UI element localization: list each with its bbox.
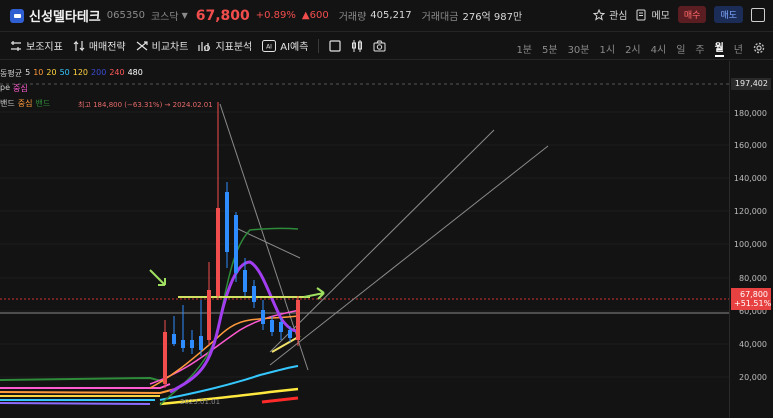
tab-1min[interactable]: 1분 (516, 41, 532, 56)
camera-icon (373, 40, 386, 51)
change-percent: +0.89% (255, 10, 296, 21)
ma-period-5: 5 (25, 68, 31, 77)
change-amount: ▲600 (301, 10, 329, 21)
volume-value: 405,217 (370, 10, 412, 21)
tab-5min[interactable]: 5분 (542, 41, 558, 56)
current-price-tag: 67,800 +51.51% (731, 288, 771, 310)
price-chart[interactable] (0, 61, 773, 418)
stock-name[interactable]: 신성델타테크 (29, 6, 101, 25)
axis-label-160000: 160,000 (733, 141, 767, 150)
draw-box-button[interactable] (329, 39, 342, 52)
volume-label: 거래량 (338, 12, 367, 23)
watch-button[interactable]: 관심 (593, 7, 627, 22)
indicators-icon (11, 40, 21, 51)
candle-type-button[interactable] (351, 39, 363, 52)
company-logo (10, 8, 24, 23)
ma-legend[interactable]: 동평균 5 10 20 50 120 200 240 480 (0, 68, 143, 79)
memo-icon (636, 9, 646, 20)
market-label: 코스닥 (150, 12, 179, 23)
band-band: 밴드 (35, 99, 51, 108)
axis-label-20000: 20,000 (739, 373, 767, 382)
current-price-tag-value: 67,800 (740, 290, 768, 299)
axis-label-140000: 140,000 (733, 174, 767, 183)
watch-label: 관심 (609, 11, 628, 22)
high-price-tag: 197,402 (731, 78, 771, 90)
svg-text:AI: AI (266, 43, 272, 50)
envelope-name: pe (0, 83, 10, 92)
axis-label-80000: 80,000 (739, 274, 767, 283)
ai-label: AI예측 (280, 42, 309, 53)
chevron-down-icon[interactable]: ▼ (182, 11, 188, 20)
ma-period-120: 120 (72, 68, 89, 77)
current-price-tag-pct: +51.51% (734, 299, 772, 308)
analysis-icon (198, 41, 211, 51)
tab-30min[interactable]: 30분 (568, 41, 590, 56)
candlestick-icon (352, 39, 363, 52)
strategy-button[interactable]: 매매전략 (73, 38, 126, 53)
buy-button[interactable]: 매수 (677, 6, 707, 23)
settings-icon[interactable] (753, 42, 765, 54)
amount-value: 276억 987만 (462, 12, 523, 23)
high-annotation: 최고 184,800 (−63.31%) → 2024.02.01 (78, 101, 213, 109)
band-name: 밴드 (0, 99, 15, 108)
square-icon (329, 39, 342, 52)
stock-code: 065350 (106, 10, 145, 21)
ma-period-10: 10 (33, 68, 44, 77)
compare-label: 비교차트 (151, 42, 189, 53)
tab-month[interactable]: 월 (714, 39, 724, 57)
ma-period-240: 240 (109, 68, 125, 77)
toolbar-divider (318, 38, 320, 53)
compare-icon (136, 40, 148, 50)
ai-predict-button[interactable]: AI AI예측 (262, 38, 308, 53)
ai-icon: AI (262, 39, 277, 52)
star-icon (593, 8, 606, 21)
analysis-label: 지표분석 (215, 42, 253, 53)
strategy-label: 매매전략 (88, 42, 126, 53)
axis-label-180000: 180,000 (733, 109, 767, 118)
current-price: 67,800 (195, 7, 250, 24)
amount-label: 거래대금 (421, 12, 459, 23)
memo-label: 메모 (651, 11, 670, 22)
sell-button[interactable]: 매도 (714, 6, 743, 23)
tab-week[interactable]: 주 (695, 41, 704, 56)
ma-period-200: 200 (91, 68, 107, 77)
indicators-button[interactable]: 보조지표 (10, 38, 63, 53)
screenshot-button[interactable] (373, 40, 386, 52)
ma-period-50: 50 (59, 68, 70, 77)
tab-year[interactable]: 년 (734, 41, 743, 56)
envelope-center: 중심 (13, 84, 28, 93)
layout-toggle-icon[interactable] (751, 7, 765, 22)
band-legend[interactable]: 밴드 중심 밴드 (0, 98, 50, 109)
analysis-button[interactable]: 지표분석 (198, 38, 252, 53)
header-actions: 관심 메모 매수 매도 (593, 6, 765, 23)
axis-label-100000: 100,000 (733, 240, 767, 249)
strategy-icon (73, 40, 85, 51)
envelope-legend[interactable]: pe 중심 (0, 83, 28, 94)
tab-day[interactable]: 일 (676, 41, 685, 56)
arrow-marker-right (303, 287, 325, 300)
tab-4hour[interactable]: 4시 (651, 41, 667, 56)
ma-period-480: 480 (127, 68, 143, 77)
tab-1hour[interactable]: 1시 (600, 41, 616, 56)
memo-button[interactable]: 메모 (635, 7, 670, 22)
ma-period-20: 20 (46, 68, 57, 77)
tab-2hour[interactable]: 2시 (625, 41, 641, 56)
stock-header: 신성델타테크 065350 코스닥 ▼ 67,800 +0.89% ▲600 거… (0, 0, 773, 32)
compare-button[interactable]: 비교차트 (136, 38, 189, 53)
axis-label-120000: 120,000 (733, 207, 767, 216)
period-tabs: 1분 5분 30분 1시 2시 4시 일 주 월 년 (516, 39, 765, 57)
ma-label: 동평균 (0, 69, 23, 78)
date-annotation: 2023.01.01 (180, 398, 221, 406)
axis-label-40000: 40,000 (739, 340, 767, 349)
indicators-label: 보조지표 (26, 42, 63, 53)
price-axis[interactable]: 180,000 160,000 140,000 120,000 100,000 … (729, 61, 773, 418)
band-center: 중심 (17, 99, 33, 108)
